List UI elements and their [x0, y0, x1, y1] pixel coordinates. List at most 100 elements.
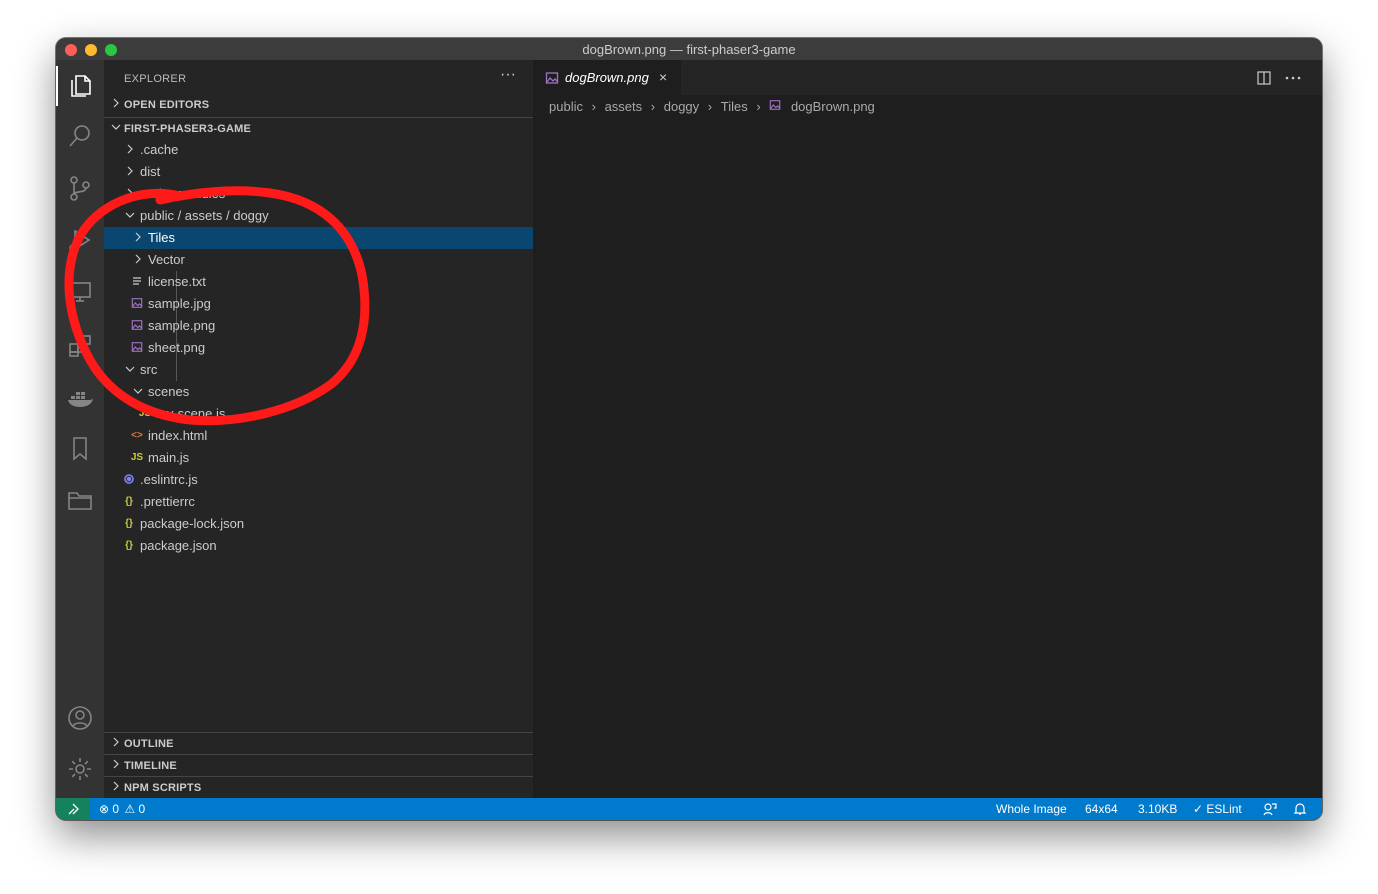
- eslint-icon: [122, 473, 136, 487]
- tree-row[interactable]: src: [104, 359, 533, 381]
- chevron-right-icon: [110, 780, 122, 795]
- tree-row[interactable]: Vector: [104, 249, 533, 271]
- activity-bar: [56, 60, 104, 798]
- project-label: FIRST-PHASER3-GAME: [124, 123, 252, 135]
- notifications-bell-icon[interactable]: [1293, 802, 1307, 816]
- image-file-icon: [769, 99, 781, 114]
- breadcrumb-doggy[interactable]: doggy: [664, 99, 699, 114]
- outline-section[interactable]: OUTLINE: [104, 732, 533, 755]
- breadcrumb-assets[interactable]: assets: [605, 99, 643, 114]
- tab-label: dogBrown.png: [565, 70, 649, 85]
- chevron-down-icon: [124, 209, 136, 221]
- tree-row[interactable]: scenes: [104, 381, 533, 403]
- error-count: 0: [112, 802, 120, 816]
- check-icon: ✓: [1193, 802, 1204, 816]
- tree-item-label: .eslintrc.js: [140, 472, 198, 487]
- json-file-icon: {}: [125, 496, 133, 507]
- settings-gear-icon[interactable]: [64, 753, 96, 785]
- file-size: 3.10KB: [1138, 802, 1178, 816]
- breadcrumb-tiles[interactable]: Tiles: [721, 99, 748, 114]
- docker-icon[interactable]: [64, 382, 96, 414]
- open-editors-section[interactable]: OPEN EDITORS: [104, 94, 533, 116]
- remote-indicator[interactable]: [56, 798, 90, 820]
- tab-dogbrown-png[interactable]: dogBrown.png ×: [533, 60, 681, 95]
- title-bar: dogBrown.png — first-phaser3-game: [56, 38, 1322, 60]
- npm-scripts-label: NPM SCRIPTS: [124, 782, 202, 794]
- chevron-right-icon: ›: [707, 99, 713, 115]
- html-file-icon: <>: [131, 430, 143, 441]
- tree-item-label: sample.png: [148, 318, 216, 333]
- tree-row[interactable]: node_modules: [104, 183, 533, 205]
- search-icon[interactable]: [64, 120, 96, 152]
- explorer-title: EXPLORER: [124, 73, 187, 85]
- account-icon[interactable]: [64, 702, 96, 734]
- tree-item-label: sheet.png: [148, 340, 206, 355]
- tree-item-label: package-lock.json: [140, 516, 245, 531]
- source-control-icon[interactable]: [64, 172, 96, 204]
- status-bar: ⊗ 0 ⚠ 0 Whole Image 64x64 3.10KB ✓ ESLin…: [56, 798, 1322, 820]
- tree-row[interactable]: sample.png: [104, 315, 533, 337]
- split-editor-icon[interactable]: [1256, 70, 1272, 86]
- breadcrumb: public › assets › doggy › Tiles › dogBro…: [549, 98, 875, 120]
- timeline-section[interactable]: TIMELINE: [104, 754, 533, 777]
- tree-row[interactable]: <> index.html: [104, 425, 533, 447]
- problems-indicator[interactable]: ⊗ 0 ⚠ 0: [99, 802, 145, 816]
- run-debug-icon[interactable]: [64, 224, 96, 256]
- tree-row[interactable]: sheet.png: [104, 337, 533, 359]
- image-dimensions: 64x64: [1085, 802, 1118, 816]
- bookmark-icon[interactable]: [64, 432, 96, 464]
- tree-item-label: scenes: [148, 384, 190, 399]
- chevron-right-icon: [124, 165, 136, 177]
- tree-row[interactable]: .cache: [104, 139, 533, 161]
- tree-row[interactable]: .eslintrc.js: [104, 469, 533, 491]
- json-file-icon: {}: [125, 518, 133, 529]
- tree-item-label: sample.jpg: [148, 296, 211, 311]
- tree-item-label: .prettierrc: [140, 494, 195, 509]
- open-editors-label: OPEN EDITORS: [124, 99, 210, 111]
- tree-item-label: license.txt: [148, 274, 206, 289]
- close-tab-icon[interactable]: ×: [659, 69, 667, 85]
- tree-item-label: my-scene.js: [156, 406, 226, 421]
- tree-item-label: public / assets / doggy: [140, 208, 269, 223]
- tree-item-label: package.json: [140, 538, 217, 553]
- tree-item-label: dist: [140, 164, 161, 179]
- js-file-icon: JS: [138, 408, 152, 419]
- tree-item-label: node_modules: [140, 186, 226, 201]
- project-section[interactable]: FIRST-PHASER3-GAME: [104, 117, 533, 140]
- tree-item-label: Vector: [148, 252, 185, 267]
- breadcrumb-dogbrown-png[interactable]: dogBrown.png: [791, 99, 875, 114]
- window-title: dogBrown.png — first-phaser3-game: [582, 42, 796, 57]
- extensions-icon[interactable]: [64, 330, 96, 362]
- tree-row[interactable]: JS main.js: [104, 447, 533, 469]
- tree-row[interactable]: Tiles: [104, 227, 533, 249]
- feedback-icon[interactable]: [1263, 802, 1277, 816]
- more-actions-icon[interactable]: [1284, 70, 1302, 86]
- tree-row[interactable]: {} package.json: [104, 535, 533, 557]
- image-file-icon: [130, 341, 144, 355]
- tree-row[interactable]: {} package-lock.json: [104, 513, 533, 535]
- chevron-right-icon: [110, 736, 122, 751]
- chevron-right-icon: [124, 187, 136, 199]
- chevron-down-icon: [132, 385, 144, 397]
- chevron-down-icon: [110, 121, 122, 136]
- npm-scripts-section[interactable]: NPM SCRIPTS: [104, 776, 533, 799]
- image-file-icon: [130, 297, 144, 311]
- image-file-icon: [130, 319, 144, 333]
- chevron-right-icon: [110, 97, 122, 112]
- image-mode[interactable]: Whole Image: [996, 802, 1067, 816]
- active-indicator: [56, 66, 58, 106]
- folder-icon[interactable]: [64, 484, 96, 516]
- files-icon[interactable]: [64, 70, 96, 102]
- tree-row[interactable]: {} .prettierrc: [104, 491, 533, 513]
- tree-row[interactable]: dist: [104, 161, 533, 183]
- breadcrumb-public[interactable]: public: [549, 99, 583, 114]
- more-actions-icon[interactable]: ···: [500, 66, 516, 84]
- tree-row[interactable]: public / assets / doggy: [104, 205, 533, 227]
- tree-row[interactable]: JS my-scene.js: [104, 403, 533, 425]
- json-file-icon: {}: [125, 540, 133, 551]
- tree-row[interactable]: sample.jpg: [104, 293, 533, 315]
- remote-explorer-icon[interactable]: [64, 276, 96, 308]
- vscode-window: dogBrown.png — first-phaser3-game EXPLOR…: [56, 38, 1322, 820]
- tree-row[interactable]: license.txt: [104, 271, 533, 293]
- eslint-status[interactable]: ✓ ESLint: [1193, 802, 1242, 816]
